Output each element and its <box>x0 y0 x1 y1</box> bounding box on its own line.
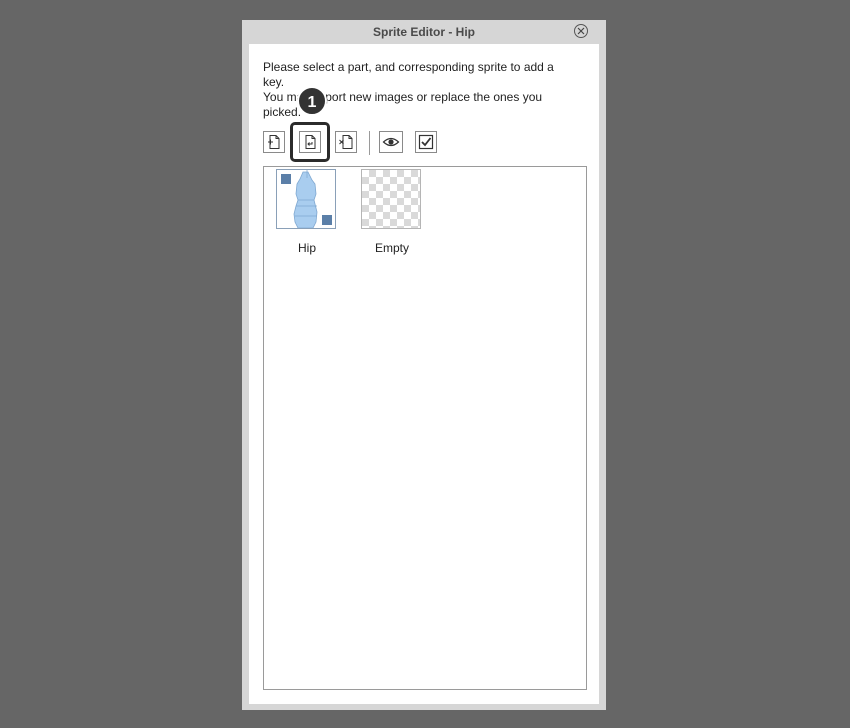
sprite-label: Hip <box>297 241 316 255</box>
replace-sprite-button[interactable] <box>299 131 321 153</box>
sprite-edit-icon[interactable] <box>280 173 292 185</box>
delete-sprite-button[interactable] <box>335 131 357 153</box>
add-file-icon <box>268 135 280 149</box>
toggle-check-button[interactable] <box>415 131 437 153</box>
instructions-line: Please select a part, and corresponding … <box>263 60 554 74</box>
sprite-item-empty[interactable]: Empty <box>361 169 423 255</box>
eye-icon <box>382 137 400 147</box>
delete-file-icon <box>339 135 353 149</box>
dialog-body: Please select a part, and corresponding … <box>249 44 599 704</box>
sprite-item-hip[interactable]: Hip <box>276 169 338 255</box>
sprite-list-panel[interactable]: Hip Empty <box>263 166 587 690</box>
preview-button[interactable] <box>379 131 403 153</box>
sprite-thumbnail-empty[interactable] <box>361 169 421 229</box>
title-bar[interactable]: Sprite Editor - Hip <box>242 20 606 44</box>
step-number-badge: 1 <box>297 86 327 116</box>
dialog-title: Sprite Editor - Hip <box>373 25 475 39</box>
sprite-editor-dialog: Sprite Editor - Hip Please select a part… <box>242 20 606 710</box>
add-sprite-button[interactable] <box>263 131 285 153</box>
sprite-thumbnail[interactable] <box>276 169 336 229</box>
sprite-label: Empty <box>374 241 409 255</box>
close-button[interactable] <box>574 24 588 38</box>
close-icon <box>577 27 585 35</box>
toolbar-separator <box>369 131 370 155</box>
replace-file-icon <box>305 135 316 149</box>
checkbox-icon <box>418 134 434 150</box>
sprite-check-icon[interactable] <box>321 214 333 226</box>
